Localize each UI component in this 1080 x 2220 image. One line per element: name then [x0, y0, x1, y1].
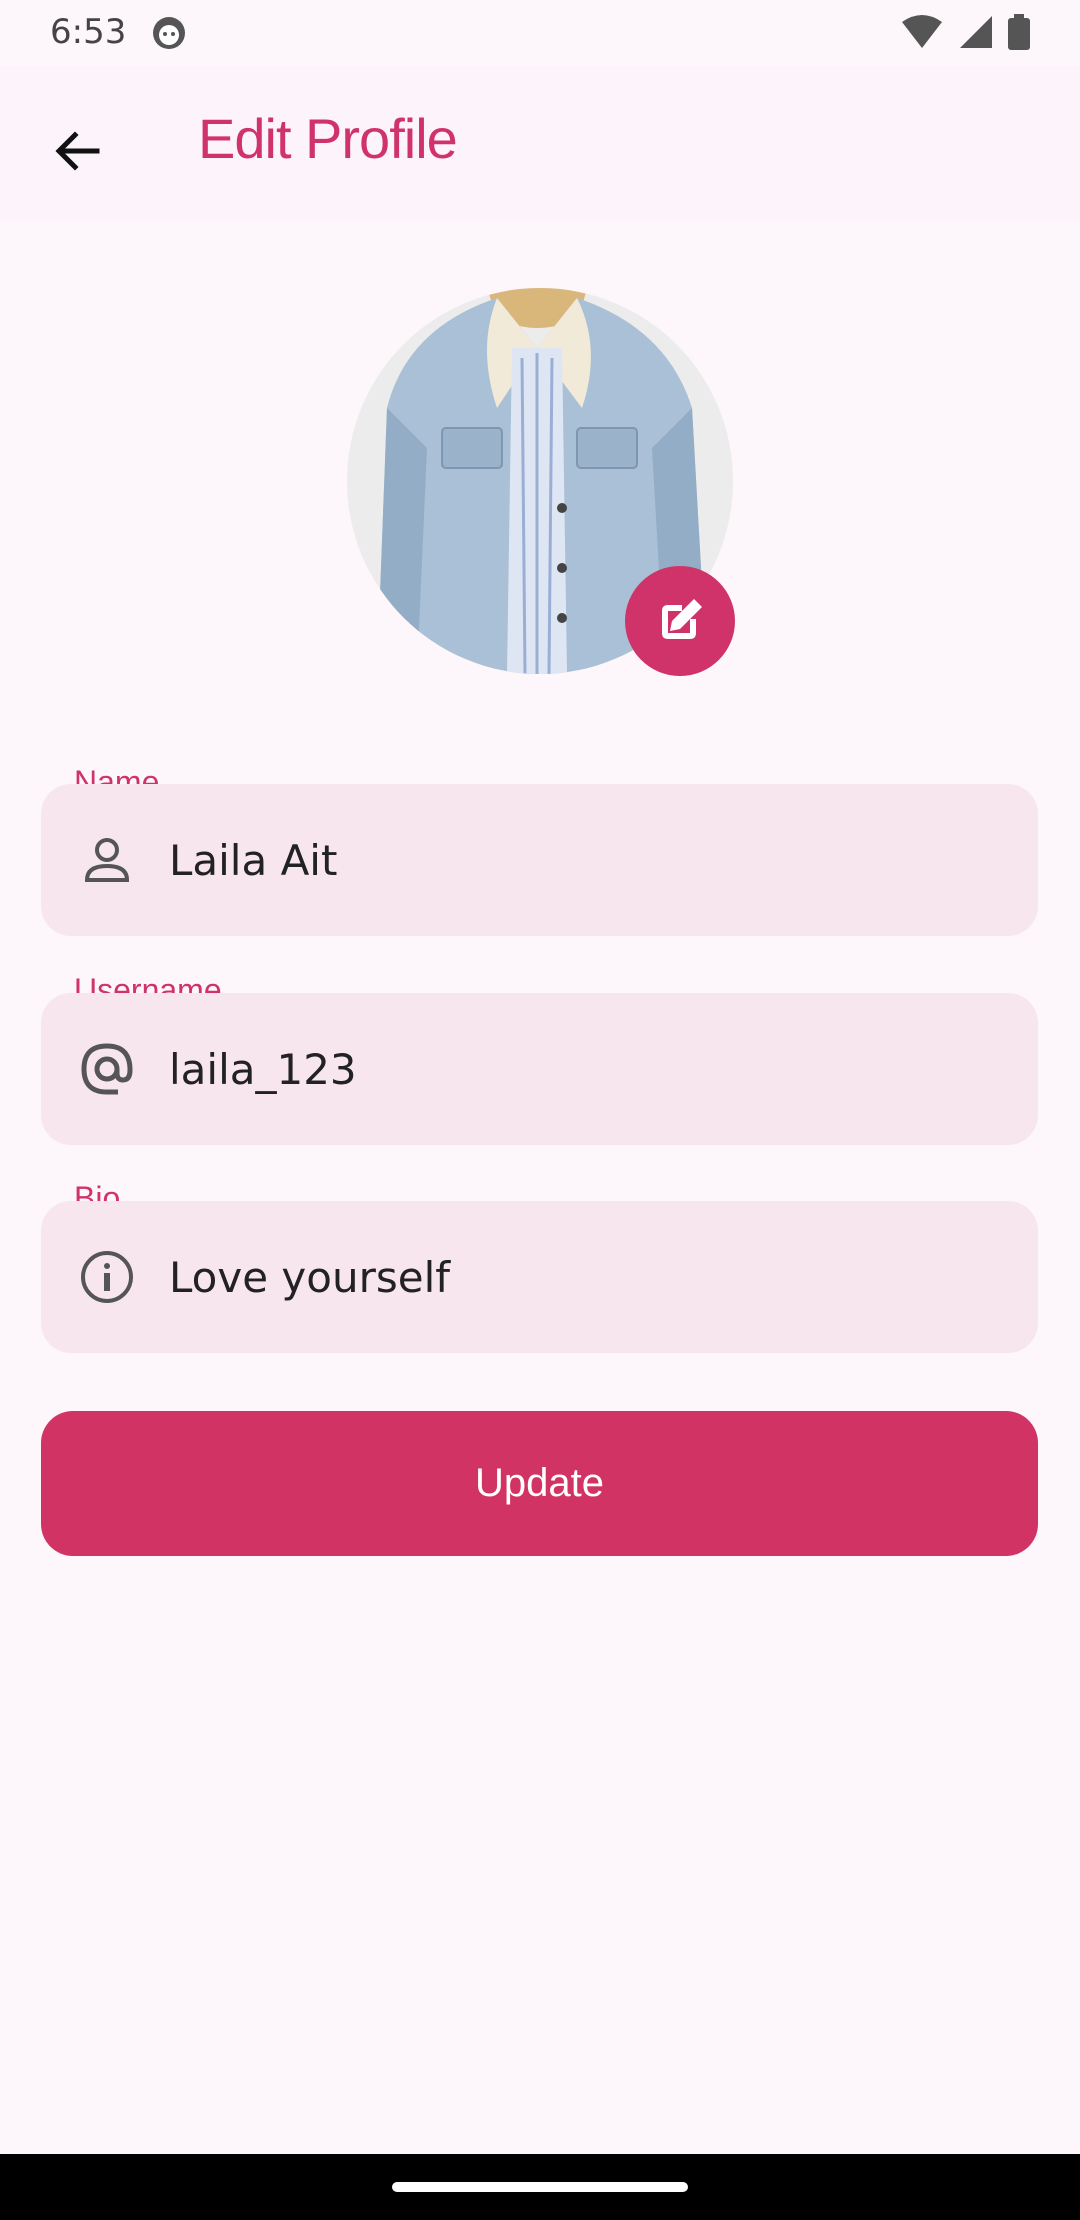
signal-icon — [960, 16, 992, 48]
name-value: Laila Ait — [169, 835, 338, 885]
wifi-icon — [902, 15, 942, 48]
back-button[interactable] — [38, 111, 118, 191]
at-icon — [77, 1039, 137, 1099]
person-icon — [77, 830, 137, 890]
arrow-left-icon — [55, 131, 100, 171]
bio-field[interactable]: Love yourself — [41, 1201, 1038, 1353]
avatar-section — [347, 288, 735, 676]
status-bar: 6:53 — [0, 0, 1080, 66]
name-field[interactable]: Laila Ait — [41, 784, 1038, 936]
status-time: 6:53 — [50, 12, 127, 52]
home-gesture-handle[interactable] — [392, 2182, 688, 2192]
battery-icon — [1008, 14, 1030, 50]
bio-value: Love yourself — [169, 1252, 451, 1302]
page-title: Edit Profile — [198, 107, 458, 170]
username-field[interactable]: laila_123 — [41, 993, 1038, 1145]
username-value: laila_123 — [169, 1044, 357, 1094]
info-icon — [77, 1247, 137, 1307]
app-bar: Edit Profile — [0, 66, 1080, 220]
update-button[interactable]: Update — [41, 1411, 1038, 1556]
navigation-bar — [0, 2154, 1080, 2220]
status-icons — [900, 14, 1030, 50]
edit-photo-button[interactable] — [625, 566, 735, 676]
edit-icon — [662, 599, 702, 639]
app-notification-icon — [150, 14, 188, 52]
